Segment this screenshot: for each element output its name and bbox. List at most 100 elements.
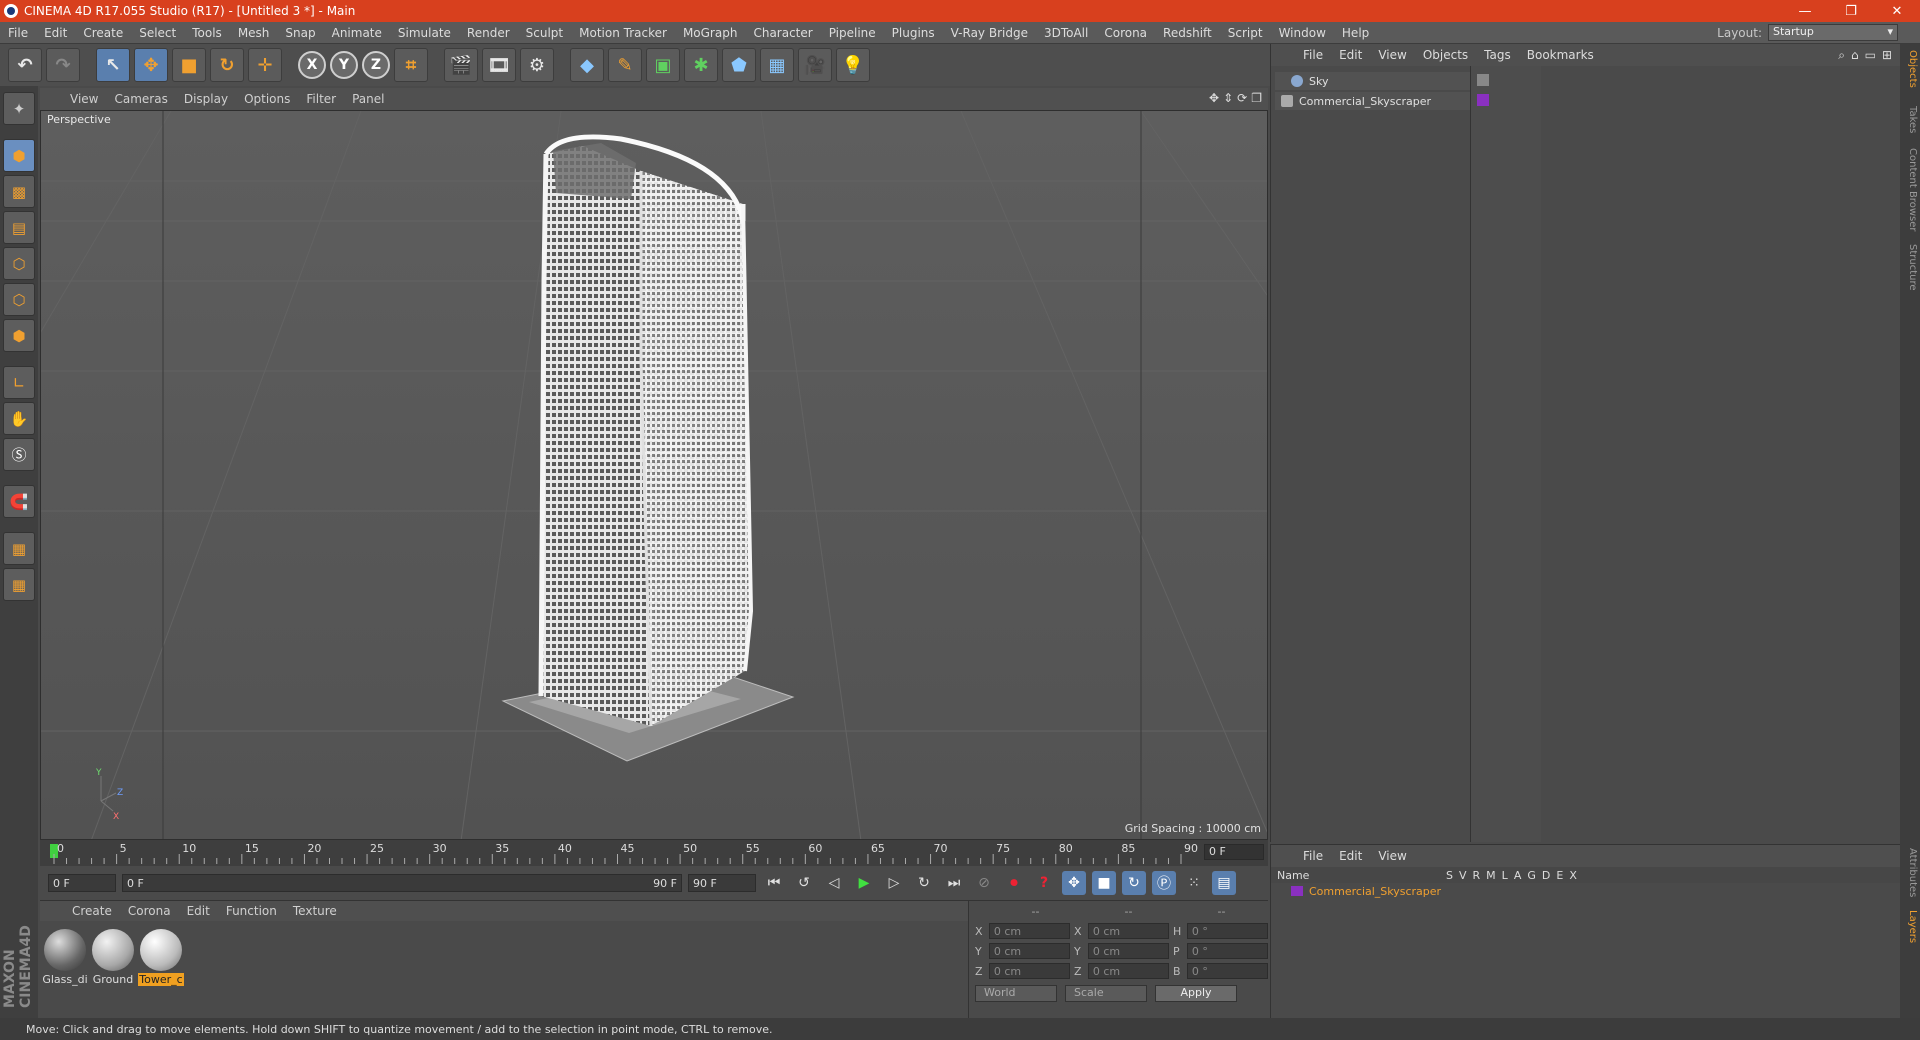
- camera-icon[interactable]: 🎥: [798, 48, 832, 82]
- render-settings-icon[interactable]: ⚙: [520, 48, 554, 82]
- objects-menu-file[interactable]: File: [1295, 48, 1331, 62]
- rotate-view-icon[interactable]: ⟳: [1237, 91, 1247, 105]
- render-view-icon[interactable]: 🎬: [444, 48, 478, 82]
- cube-primitive-icon[interactable]: ◆: [570, 48, 604, 82]
- menu-mesh[interactable]: Mesh: [230, 26, 278, 40]
- menu-vray-bridge[interactable]: V-Ray Bridge: [943, 26, 1036, 40]
- lock-workplane-icon[interactable]: ▦: [3, 532, 35, 565]
- material-item-selected[interactable]: Tower_c: [138, 929, 184, 986]
- minimize-button[interactable]: —: [1782, 0, 1828, 22]
- coordinate-mode-dropdown[interactable]: World: [975, 985, 1057, 1002]
- layers-menu-view[interactable]: View: [1370, 849, 1414, 863]
- tab-attributes[interactable]: Attributes: [1902, 848, 1918, 897]
- axis-mode-icon[interactable]: ∟: [3, 366, 35, 399]
- z-axis-lock-button[interactable]: Z: [362, 51, 390, 79]
- objects-menu-bookmarks[interactable]: Bookmarks: [1519, 48, 1602, 62]
- go-to-end-icon[interactable]: ⏭: [942, 871, 966, 895]
- texture-mode-icon[interactable]: ▩: [3, 175, 35, 208]
- timeline-ruler[interactable]: 0 5 10 15 20 25 30 35 40 45 50 55 60 65 70 75 80 85 90: [50, 840, 1200, 866]
- menu-snap[interactable]: Snap: [277, 26, 323, 40]
- viewport-menu-cameras[interactable]: Cameras: [108, 92, 177, 106]
- objects-menu-objects[interactable]: Objects: [1415, 48, 1476, 62]
- go-to-next-key-icon[interactable]: ↻: [912, 871, 936, 895]
- points-mode-icon[interactable]: ⬡: [3, 247, 35, 280]
- material-menu-corona[interactable]: Corona: [120, 904, 179, 918]
- menu-pipeline[interactable]: Pipeline: [821, 26, 884, 40]
- maximize-button[interactable]: ❐: [1828, 0, 1874, 22]
- viewport-menu-display[interactable]: Display: [178, 92, 238, 106]
- menu-render[interactable]: Render: [459, 26, 518, 40]
- add-tool-button[interactable]: ✛: [248, 48, 282, 82]
- move-tool-button[interactable]: ✥: [134, 48, 168, 82]
- rotation-b-field[interactable]: 0 °: [1186, 963, 1268, 979]
- planar-workplane-icon[interactable]: ▦: [3, 568, 35, 601]
- step-forward-icon[interactable]: ▷: [882, 871, 906, 895]
- layers-menu-file[interactable]: File: [1295, 849, 1331, 863]
- menu-create[interactable]: Create: [75, 26, 131, 40]
- menu-plugins[interactable]: Plugins: [884, 26, 943, 40]
- viewport-menu-options[interactable]: Options: [238, 92, 300, 106]
- layer-tag-icon[interactable]: [1477, 74, 1489, 86]
- render-picture-viewer-icon[interactable]: 🎞: [482, 48, 516, 82]
- menu-script[interactable]: Script: [1220, 26, 1271, 40]
- menu-character[interactable]: Character: [745, 26, 820, 40]
- home-icon[interactable]: ⌂: [1851, 48, 1859, 63]
- current-frame-field[interactable]: 0 F: [1204, 844, 1264, 860]
- layout-dropdown[interactable]: Startup: [1768, 24, 1898, 41]
- snap-icon[interactable]: 🧲: [3, 485, 35, 518]
- material-menu-function[interactable]: Function: [218, 904, 285, 918]
- menu-select[interactable]: Select: [131, 26, 184, 40]
- material-menu-create[interactable]: Create: [64, 904, 120, 918]
- frame-range-slider[interactable]: 0 F 90 F: [122, 874, 682, 892]
- position-x-field[interactable]: 0 cm: [988, 923, 1070, 939]
- object-row-commercial-skyscraper[interactable]: Commercial_Skyscraper: [1275, 92, 1470, 110]
- menu-3dtoall[interactable]: 3DToAll: [1036, 26, 1096, 40]
- pan-view-icon[interactable]: ✥: [1209, 91, 1219, 105]
- rotation-h-field[interactable]: 0 °: [1186, 923, 1268, 939]
- key-scale-icon[interactable]: ■: [1092, 871, 1116, 895]
- cloner-icon[interactable]: ✱: [684, 48, 718, 82]
- dolly-view-icon[interactable]: ⇕: [1223, 91, 1233, 105]
- light-icon[interactable]: 💡: [836, 48, 870, 82]
- viewport-menu-panel[interactable]: Panel: [346, 92, 394, 106]
- viewport-menu-view[interactable]: View: [64, 92, 108, 106]
- end-frame-field[interactable]: 90 F: [688, 874, 756, 892]
- material-menu-texture[interactable]: Texture: [285, 904, 345, 918]
- layers-menu-edit[interactable]: Edit: [1331, 849, 1370, 863]
- objects-menu-view[interactable]: View: [1370, 48, 1414, 62]
- scale-tool-button[interactable]: ■: [172, 48, 206, 82]
- menu-corona[interactable]: Corona: [1096, 26, 1155, 40]
- y-axis-lock-button[interactable]: Y: [330, 51, 358, 79]
- viewport-canvas[interactable]: Y Z X Perspective Grid Spacing : 10000 c…: [40, 110, 1268, 840]
- toggle-view-icon[interactable]: ❐: [1251, 91, 1262, 105]
- key-parameter-icon[interactable]: Ⓟ: [1152, 871, 1176, 895]
- material-item[interactable]: Glass_di: [42, 929, 88, 986]
- menu-tools[interactable]: Tools: [184, 26, 230, 40]
- model-mode-icon[interactable]: ⬢: [3, 139, 35, 172]
- material-item[interactable]: Ground: [90, 929, 136, 986]
- tab-objects[interactable]: Objects: [1902, 50, 1918, 88]
- subdivision-surface-icon[interactable]: ▣: [646, 48, 680, 82]
- deformer-icon[interactable]: ⬟: [722, 48, 756, 82]
- menu-simulate[interactable]: Simulate: [390, 26, 459, 40]
- layer-row[interactable]: Commercial_Skyscraper: [1271, 883, 1900, 899]
- expand-toggle-icon[interactable]: [1281, 95, 1293, 107]
- menu-window[interactable]: Window: [1271, 26, 1334, 40]
- redo-button[interactable]: ↷: [46, 48, 80, 82]
- floor-icon[interactable]: ▦: [760, 48, 794, 82]
- menu-mograph[interactable]: MoGraph: [675, 26, 746, 40]
- timeline-window-icon[interactable]: ▤: [1212, 871, 1236, 895]
- apply-button[interactable]: Apply: [1155, 985, 1237, 1002]
- position-z-field[interactable]: 0 cm: [988, 963, 1070, 979]
- search-icon[interactable]: ⌕: [1838, 48, 1845, 63]
- x-axis-lock-button[interactable]: X: [298, 51, 326, 79]
- new-view-icon[interactable]: ▭: [1865, 48, 1876, 63]
- menu-help[interactable]: Help: [1334, 26, 1377, 40]
- close-button[interactable]: ✕: [1874, 0, 1920, 22]
- rotate-tool-button[interactable]: ↻: [210, 48, 244, 82]
- menu-edit[interactable]: Edit: [36, 26, 75, 40]
- step-back-icon[interactable]: ◁: [822, 871, 846, 895]
- position-y-field[interactable]: 0 cm: [988, 943, 1070, 959]
- material-menu-edit[interactable]: Edit: [179, 904, 218, 918]
- record-keys-icon[interactable]: ⏺: [1002, 871, 1026, 895]
